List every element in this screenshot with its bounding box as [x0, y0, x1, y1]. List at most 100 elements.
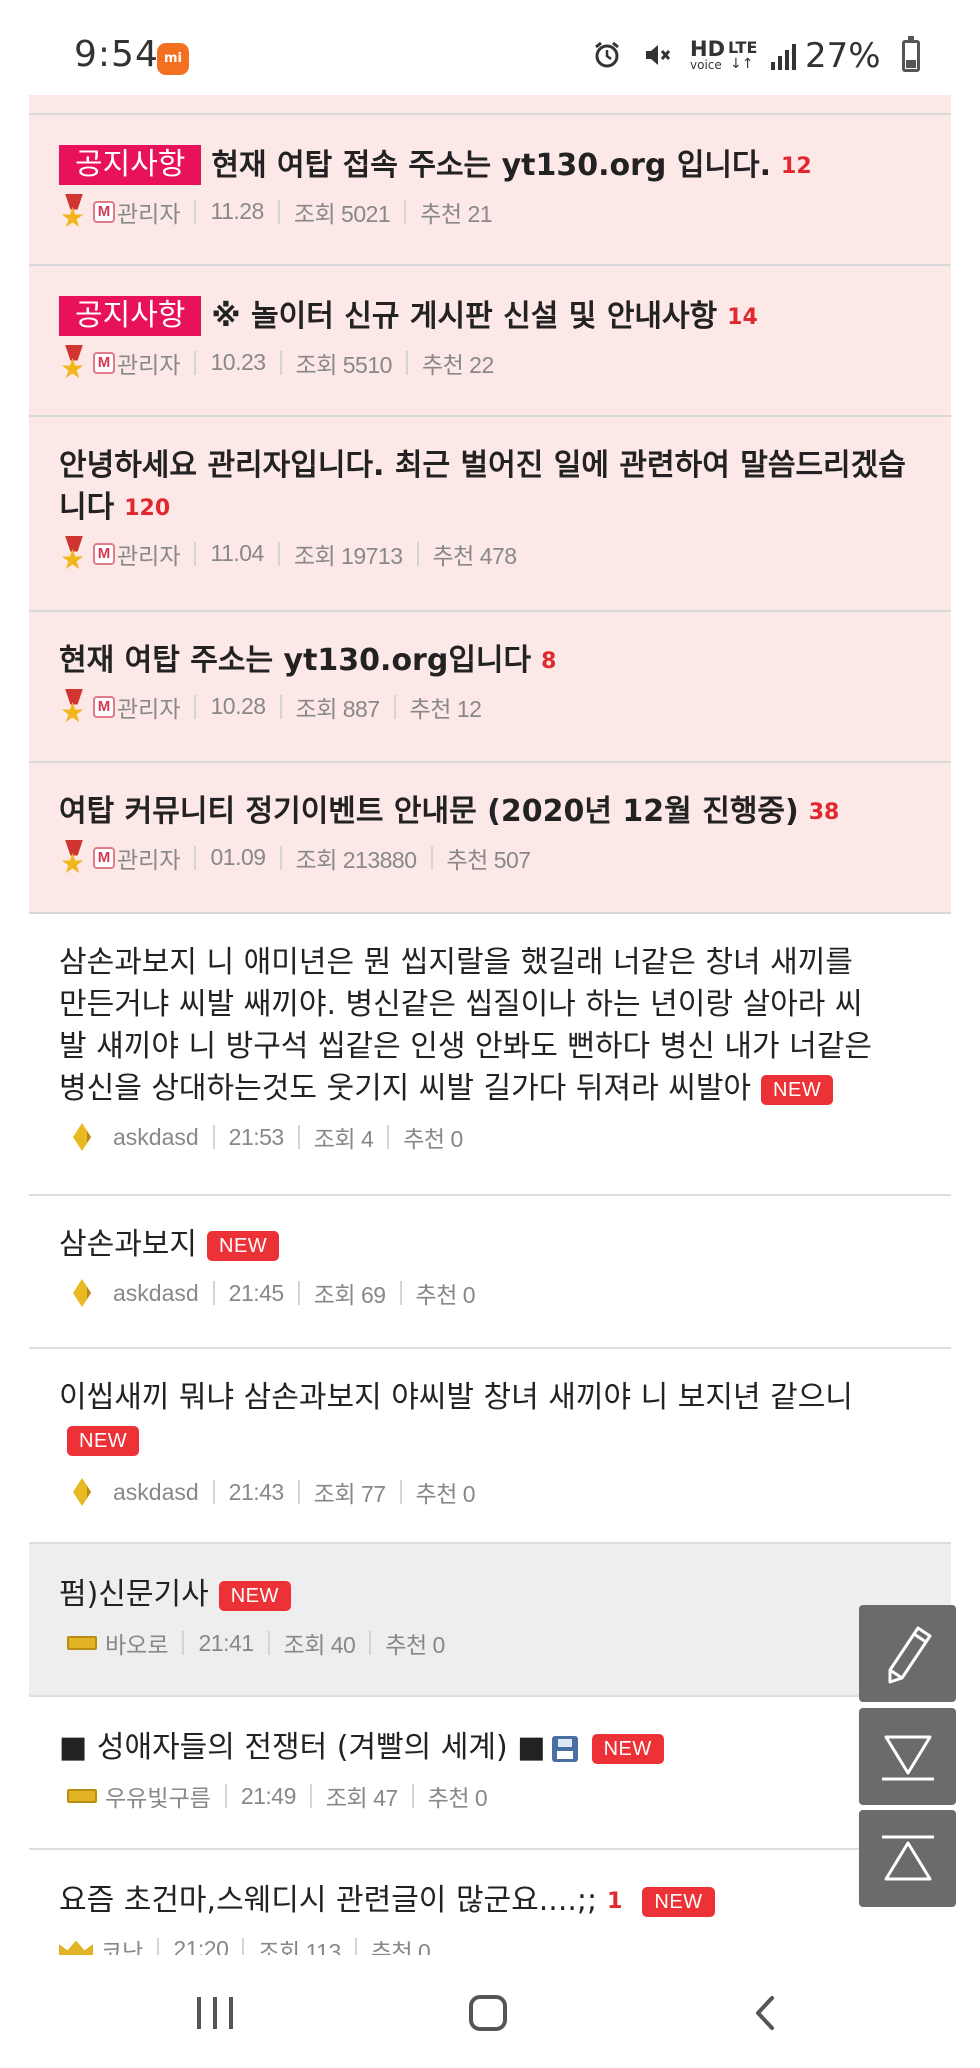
board-post[interactable]: 펌)신문기사 NEW 바오로 21:41 조회 40 추천 0 [29, 1544, 951, 1697]
post-title-text[interactable]: 펌)신문기사 [59, 1577, 209, 1612]
post-title-text[interactable]: 삼손과보지 니 애미년은 뭔 씹지랄을 했길래 너같은 창녀 새끼를 만든거냐 … [59, 945, 872, 1106]
like-count: 추천 0 [427, 1785, 488, 1811]
view-count: 조회 19713 [293, 542, 403, 569]
signal-icon [771, 44, 796, 70]
author[interactable]: 관리자 [117, 195, 180, 229]
post-title[interactable]: 이씹새끼 뭐냐 삼손과보지 야씨발 창녀 새끼야 니 보지년 같으니 NEW [59, 1377, 921, 1461]
manager-badge: M [93, 846, 115, 869]
post-meta: askdasd 21:43 조회 77 추천 0 [59, 1475, 921, 1509]
view-count: 조회 113 [258, 1938, 341, 1956]
pencil-icon [888, 1626, 931, 1683]
post-title-text[interactable]: 여탑 커뮤니티 정기이벤트 안내문 (2020년 12월 진행중) [59, 794, 799, 829]
author[interactable]: 바오로 [105, 1626, 168, 1660]
rank-bar-icon [67, 1636, 97, 1650]
post-date: 10.28 [210, 693, 266, 719]
comment-count: 14 [727, 304, 758, 330]
post-date: 21:41 [198, 1629, 254, 1656]
notice-post[interactable]: 안녕하세요 관리자입니다. 최근 벌어진 일에 관련하여 말씀드리겠습니다 120… [29, 417, 951, 612]
comment-count: 12 [781, 153, 812, 179]
manager-badge: M [93, 542, 115, 565]
post-title[interactable]: 삼손과보지 니 애미년은 뭔 씹지랄을 했길래 너같은 창녀 새끼를 만든거냐 … [59, 942, 921, 1110]
list-top-strip [29, 95, 951, 115]
rank-diamond-icon [73, 1478, 91, 1506]
post-title-text[interactable]: 요즘 초건마,스웨디시 관련글이 많군요....;; [59, 1883, 597, 1918]
board-post[interactable]: 삼손과보지 NEW askdasd 21:45 조회 69 추천 0 [29, 1196, 951, 1349]
post-title[interactable]: 펌)신문기사 NEW [59, 1574, 921, 1616]
author[interactable]: askdasd [113, 1479, 199, 1506]
mi-app-icon: mi [157, 43, 189, 75]
post-title[interactable]: 여탑 커뮤니티 정기이벤트 안내문 (2020년 12월 진행중) 38 [59, 791, 921, 834]
post-title-text[interactable]: 이씹새끼 뭐냐 삼손과보지 야씨발 창녀 새끼야 니 보지년 같으니 [59, 1380, 853, 1415]
rank-crown-icon [59, 1940, 93, 1955]
post-date: 10.23 [210, 349, 266, 375]
battery-percent: 27% [805, 36, 881, 76]
recent-apps-button[interactable] [195, 1997, 235, 2029]
post-title[interactable]: ■ 성애자들의 전쟁터 (겨빨의 세계) ■ NEW [59, 1727, 921, 1769]
comment-count: 38 [808, 799, 840, 825]
comment-count: 1 [607, 1888, 623, 1914]
manager-badge: M [93, 351, 115, 374]
author[interactable]: askdasd [113, 1280, 199, 1307]
author[interactable]: 우유빛구름 [105, 1779, 211, 1813]
board-post[interactable]: ■ 성애자들의 전쟁터 (겨빨의 세계) ■ NEW 우유빛구름 21:49 조회… [29, 1697, 951, 1850]
author[interactable]: 관리자 [117, 841, 180, 875]
board-post[interactable]: 이씹새끼 뭐냐 삼손과보지 야씨발 창녀 새끼야 니 보지년 같으니 NEW as… [29, 1349, 951, 1544]
post-meta: ★ M 관리자 11.04 조회 19713 추천 478 [59, 535, 921, 573]
rank-diamond-icon [73, 1123, 91, 1151]
like-count: 추천 12 [409, 695, 482, 722]
post-meta: ★ M 관리자 11.28 조회 5021 추천 21 [59, 193, 921, 231]
post-title[interactable]: 공지사항 현재 여탑 접속 주소는 yt130.org 입니다. 12 [59, 145, 921, 188]
scroll-top-button[interactable] [859, 1810, 956, 1907]
view-count: 조회 213880 [295, 846, 417, 873]
post-meta: ★ M 관리자 10.23 조회 5510 추천 22 [59, 344, 921, 382]
notice-post[interactable]: 공지사항 ※ 놀이터 신규 게시판 신설 및 안내사항 14 ★ M 관리자 10.… [29, 266, 951, 417]
post-date: 21:45 [228, 1279, 285, 1306]
post-date: 11.28 [210, 198, 264, 224]
notice-post[interactable]: 현재 여탑 주소는 yt130.org입니다 8 ★ M 관리자 10.28 조회… [29, 612, 951, 763]
post-title[interactable]: 요즘 초건마,스웨디시 관련글이 많군요....;; 1 NEW [59, 1880, 921, 1923]
author[interactable]: askdasd [113, 1124, 199, 1151]
post-title[interactable]: 현재 여탑 주소는 yt130.org입니다 8 [59, 640, 921, 683]
post-title[interactable]: 안녕하세요 관리자입니다. 최근 벌어진 일에 관련하여 말씀드리겠습니다 120 [59, 445, 921, 530]
battery-icon [902, 36, 920, 72]
author[interactable]: 관리자 [117, 537, 180, 571]
post-date: 21:49 [240, 1782, 297, 1809]
post-meta: askdasd 21:53 조회 4 추천 0 [59, 1120, 921, 1154]
post-meta: ★ M 관리자 01.09 조회 213880 추천 507 [59, 839, 921, 877]
status-icons: HD voice LTE ↓↑ 27% [360, 34, 980, 78]
board-post[interactable]: 삼손과보지 니 애미년은 뭔 씹지랄을 했길래 너같은 창녀 새끼를 만든거냐 … [29, 914, 951, 1196]
like-count: 추천 0 [385, 1632, 445, 1658]
post-title-text[interactable]: ■ 성애자들의 전쟁터 (겨빨의 세계) ■ [59, 1730, 546, 1765]
post-title-text[interactable]: 현재 여탑 주소는 yt130.org입니다 [59, 643, 531, 678]
post-title[interactable]: 삼손과보지 NEW [59, 1224, 921, 1266]
post-title-text[interactable]: 현재 여탑 접속 주소는 yt130.org 입니다. [211, 148, 771, 183]
new-badge: NEW [642, 1886, 715, 1917]
post-title-text[interactable]: 삼손과보지 [59, 1227, 197, 1262]
like-count: 추천 0 [415, 1282, 476, 1308]
rank-bar-icon [67, 1789, 97, 1803]
like-count: 추천 0 [403, 1126, 463, 1152]
alarm-icon [595, 41, 619, 68]
author[interactable]: 코난 [101, 1933, 143, 1956]
notice-post[interactable]: 공지사항 현재 여탑 접속 주소는 yt130.org 입니다. 12 ★ M 관리… [29, 115, 951, 266]
scroll-up-icon [881, 1835, 934, 1880]
home-button[interactable] [469, 1995, 507, 2031]
scroll-bottom-button[interactable] [859, 1708, 956, 1805]
mute-icon [646, 45, 671, 65]
post-title-text[interactable]: 안녕하세요 관리자입니다. 최근 벌어진 일에 관련하여 말씀드리겠습니다 [59, 448, 906, 525]
author[interactable]: 관리자 [117, 346, 180, 380]
post-meta: 우유빛구름 21:49 조회 47 추천 0 [59, 1779, 921, 1813]
view-count: 조회 77 [313, 1481, 386, 1507]
view-count: 조회 5510 [295, 351, 393, 378]
board-post[interactable]: 요즘 초건마,스웨디시 관련글이 많군요....;; 1 NEW 코난 21:20 … [29, 1850, 951, 1955]
notice-post[interactable]: 여탑 커뮤니티 정기이벤트 안내문 (2020년 12월 진행중) 38 ★ M … [29, 763, 951, 914]
author[interactable]: 관리자 [117, 690, 180, 724]
scroll-down-icon [881, 1735, 934, 1780]
post-title[interactable]: 공지사항 ※ 놀이터 신규 게시판 신설 및 안내사항 14 [59, 296, 921, 339]
back-button[interactable] [752, 1995, 778, 2031]
new-badge: NEW [67, 1425, 140, 1456]
post-title-text[interactable]: ※ 놀이터 신규 게시판 신설 및 안내사항 [211, 299, 717, 334]
floppy-disk-icon [551, 1735, 578, 1762]
write-post-button[interactable] [859, 1605, 956, 1702]
medal-icon: ★ [59, 193, 89, 231]
